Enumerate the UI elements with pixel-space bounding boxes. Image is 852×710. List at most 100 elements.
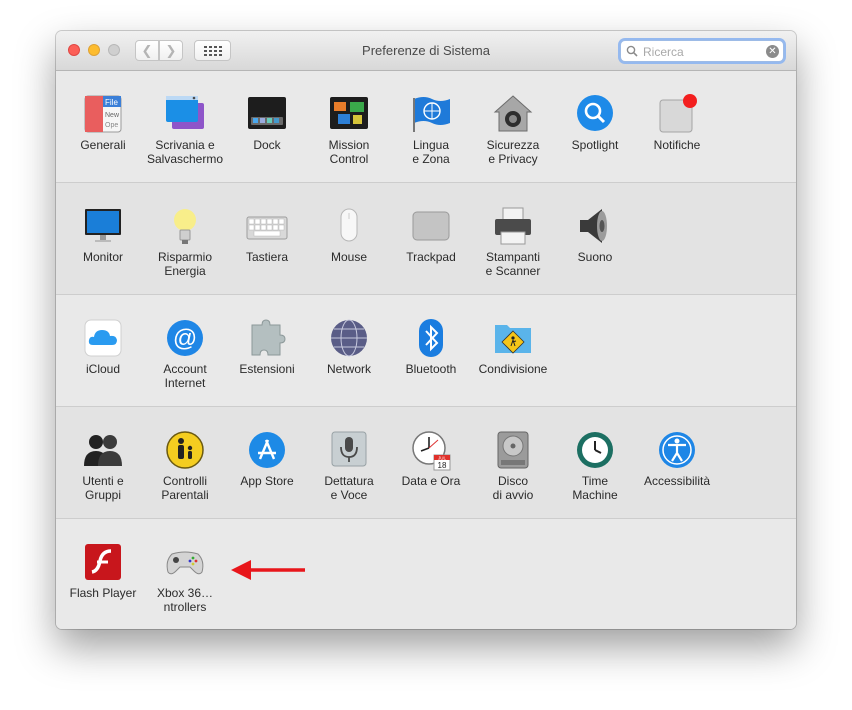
- pane-trackpad[interactable]: Trackpad: [390, 205, 472, 264]
- svg-text:File: File: [105, 98, 118, 107]
- chevron-left-icon: ❮: [141, 42, 153, 58]
- pane-label: Dettatura e Voce: [324, 474, 374, 502]
- minimize-window-button[interactable]: [88, 44, 100, 56]
- mission-control-icon: [330, 97, 368, 129]
- pane-label: Tastiera: [245, 250, 289, 264]
- accessibility-icon: [659, 432, 695, 468]
- forward-button[interactable]: ❯: [159, 40, 183, 61]
- pane-condivisione[interactable]: Condivisione: [472, 317, 554, 376]
- show-all-button[interactable]: [194, 40, 231, 61]
- pane-icloud[interactable]: iCloud: [62, 317, 144, 376]
- red-arrow-icon: [231, 560, 305, 580]
- pane-data-ora[interactable]: JUL 18 Data e Ora: [390, 429, 472, 488]
- search-input[interactable]: [641, 42, 765, 62]
- pane-label: Sicurezza e Privacy: [486, 138, 540, 166]
- pane-estensioni[interactable]: Estensioni: [226, 317, 308, 376]
- pane-dock[interactable]: Dock: [226, 93, 308, 152]
- section-other: Flash Player Xbox 36…ntrollers: [56, 519, 796, 629]
- window-title: Preferenze di Sistema: [362, 43, 490, 58]
- notifications-icon: [659, 94, 697, 133]
- printer-icon: [495, 207, 531, 245]
- app-store-icon: [249, 432, 285, 468]
- flash-player-icon: [85, 544, 121, 580]
- pane-dettatura[interactable]: Dettatura e Voce: [308, 429, 390, 502]
- back-button[interactable]: ❮: [135, 40, 159, 61]
- pane-label: Mouse: [330, 250, 368, 264]
- lightbulb-icon: [174, 209, 196, 244]
- icloud-icon: [84, 319, 122, 357]
- pane-label: Disco di avvio: [492, 474, 534, 502]
- users-icon: [84, 435, 122, 466]
- grid-icon: [203, 46, 222, 56]
- keyboard-icon: [246, 216, 288, 240]
- globe-network-icon: [331, 319, 367, 357]
- pane-risparmio[interactable]: Risparmio Energia: [144, 205, 226, 278]
- at-sign-icon: @: [167, 320, 203, 356]
- pane-label: Dock: [253, 138, 281, 152]
- close-window-button[interactable]: [68, 44, 80, 56]
- pane-bluetooth[interactable]: Bluetooth: [390, 317, 472, 376]
- pane-xbox-controllers[interactable]: Xbox 36…ntrollers: [144, 541, 226, 614]
- pane-flash-player[interactable]: Flash Player: [62, 541, 144, 600]
- gamepad-icon: [166, 551, 204, 575]
- pane-label: Trackpad: [406, 250, 456, 264]
- pane-label: Condivisione: [478, 362, 548, 376]
- section-internet: iCloud @ Account Internet Estensioni Net…: [56, 295, 796, 407]
- chevron-right-icon: ❯: [165, 42, 177, 58]
- generali-icon: File New Ope: [84, 95, 122, 133]
- search-icon: [626, 45, 638, 57]
- pane-mouse[interactable]: Mouse: [308, 205, 390, 264]
- system-preferences-window: ❮ ❯ Preferenze di Sistema ✕: [56, 31, 796, 629]
- pane-time-machine[interactable]: Time Machine: [554, 429, 636, 502]
- pane-stampanti[interactable]: Stampanti e Scanner: [472, 205, 554, 278]
- section-personal: File New Ope Generali Scrivania e Salvas…: [56, 71, 796, 183]
- security-house-icon: [493, 95, 533, 132]
- pane-label: Notifiche: [653, 138, 701, 152]
- search-field[interactable]: ✕: [620, 40, 784, 62]
- bluetooth-icon: [419, 319, 443, 357]
- pane-label: Scrivania e Salvaschermo: [146, 138, 224, 166]
- pane-label: Mission Control: [328, 138, 370, 166]
- svg-text:New: New: [105, 112, 120, 119]
- pane-account-internet[interactable]: @ Account Internet: [144, 317, 226, 390]
- pane-mission-control[interactable]: Mission Control: [308, 93, 390, 166]
- pane-label: Controlli Parentali: [161, 474, 209, 502]
- pane-label: Time Machine: [572, 474, 618, 502]
- speaker-icon: [580, 209, 607, 243]
- clock-calendar-icon: JUL 18: [412, 431, 451, 471]
- monitor-icon: [85, 209, 121, 242]
- pane-sicurezza[interactable]: Sicurezza e Privacy: [472, 93, 554, 166]
- calendar-day: 18: [438, 461, 447, 470]
- pane-controlli-parentali[interactable]: Controlli Parentali: [144, 429, 226, 502]
- pane-tastiera[interactable]: Tastiera: [226, 205, 308, 264]
- pane-label: Utenti e Gruppi: [82, 474, 124, 502]
- pane-spotlight[interactable]: Spotlight: [554, 93, 636, 152]
- pane-app-store[interactable]: App Store: [226, 429, 308, 488]
- calendar-month: JUL: [438, 456, 446, 461]
- pane-network[interactable]: Network: [308, 317, 390, 376]
- pane-utenti[interactable]: Utenti e Gruppi: [62, 429, 144, 502]
- pane-label: Lingua e Zona: [412, 138, 450, 166]
- time-machine-icon: [577, 432, 613, 468]
- desktop-screensaver-icon: [166, 96, 204, 129]
- pane-label: App Store: [240, 474, 294, 488]
- pane-scrivania[interactable]: Scrivania e Salvaschermo: [144, 93, 226, 166]
- pane-suono[interactable]: Suono: [554, 205, 636, 264]
- pane-monitor[interactable]: Monitor: [62, 205, 144, 264]
- pane-label: Network: [326, 362, 371, 376]
- zoom-window-button[interactable]: [108, 44, 120, 56]
- pane-notifiche[interactable]: Notifiche: [636, 93, 718, 152]
- pane-generali[interactable]: File New Ope Generali: [62, 93, 144, 152]
- pane-label: Accessibilità: [643, 474, 711, 488]
- trackpad-icon: [412, 211, 450, 241]
- language-flag-icon: [413, 97, 450, 132]
- pane-label: iCloud: [85, 362, 121, 376]
- pane-accessibilita[interactable]: Accessibilità: [636, 429, 718, 488]
- sharing-folder-icon: [495, 325, 531, 354]
- pane-disco-avvio[interactable]: Disco di avvio: [472, 429, 554, 502]
- pane-lingua[interactable]: Lingua e Zona: [390, 93, 472, 166]
- spotlight-icon: [577, 95, 613, 131]
- pane-label: Generali: [80, 138, 126, 152]
- clear-search-icon[interactable]: ✕: [766, 45, 779, 58]
- puzzle-icon: [251, 319, 286, 356]
